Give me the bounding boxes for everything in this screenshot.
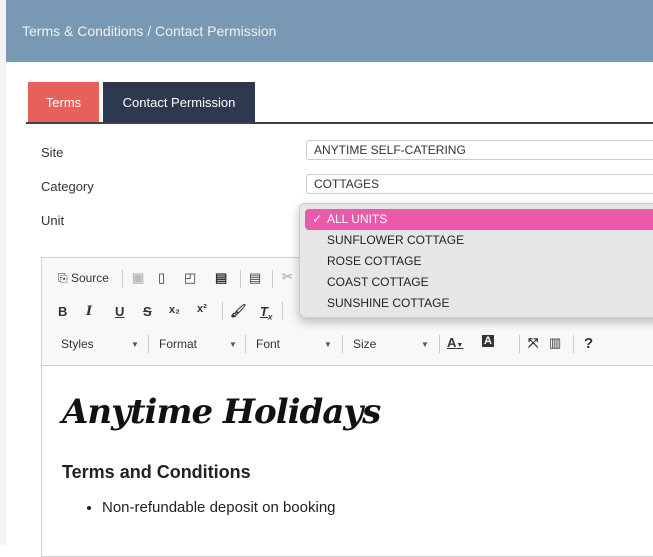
tab-contact-permission[interactable]: Contact Permission <box>103 82 255 123</box>
tab-divider <box>26 122 653 124</box>
unit-option[interactable]: SUNFLOWER COTTAGE <box>305 230 653 251</box>
logo: Anytime Holidays <box>62 392 381 432</box>
print-icon[interactable]: ▤ <box>215 270 227 286</box>
unit-dropdown[interactable]: ✓ ALL UNITS SUNFLOWER COTTAGE ROSE COTTAG… <box>299 203 653 318</box>
separator <box>240 270 241 288</box>
unit-option[interactable]: ROSE COTTAGE <box>305 251 653 272</box>
page-header: Terms & Conditions / Contact Permission <box>6 0 653 62</box>
font-combo[interactable]: Font ▼ <box>256 337 332 351</box>
separator <box>342 335 343 353</box>
show-blocks-icon[interactable]: ▥ <box>549 335 561 351</box>
save-icon[interactable]: ▣ <box>132 270 144 286</box>
category-label: Category <box>41 179 94 194</box>
separator <box>148 335 149 353</box>
bold-icon[interactable]: B <box>58 304 67 319</box>
chevron-down-icon: ▼ <box>324 340 332 349</box>
tab-terms[interactable]: Terms <box>28 82 99 123</box>
chevron-down-icon: ▼ <box>421 340 429 349</box>
format-combo[interactable]: Format ▼ <box>159 337 237 351</box>
italic-icon[interactable]: I <box>86 304 92 319</box>
page-title: Terms & Conditions / Contact Permission <box>22 23 277 39</box>
unit-option-all-units[interactable]: ✓ ALL UNITS <box>305 209 653 230</box>
separator <box>122 270 123 288</box>
new-page-icon[interactable]: ▯ <box>158 270 165 286</box>
styles-combo[interactable]: Styles ▼ <box>61 337 139 351</box>
subscript-icon[interactable]: x₂ <box>169 304 180 316</box>
unit-option[interactable]: SUNSHINE COTTAGE <box>305 293 653 314</box>
check-icon: ✓ <box>312 212 323 226</box>
unit-option[interactable]: COAST COTTAGE <box>305 272 653 293</box>
strikethrough-icon[interactable]: S <box>143 304 152 319</box>
text-color-icon[interactable]: A▼ <box>447 335 463 350</box>
left-strip <box>0 0 6 546</box>
terms-list: Non-refundable deposit on booking <box>62 499 653 516</box>
chevron-down-icon: ▼ <box>131 340 139 349</box>
site-label: Site <box>41 145 64 160</box>
size-combo[interactable]: Size ▼ <box>353 337 429 351</box>
separator <box>222 302 223 320</box>
unit-label: Unit <box>41 213 65 228</box>
separator <box>519 335 520 353</box>
preview-icon[interactable]: ◰ <box>184 270 196 286</box>
help-icon[interactable]: ? <box>584 335 593 352</box>
templates-icon[interactable]: ▤ <box>249 270 261 286</box>
chevron-down-icon: ▼ <box>229 340 237 349</box>
separator <box>245 335 246 353</box>
editor-content[interactable]: Anytime Holidays Terms and Conditions No… <box>42 366 653 516</box>
separator <box>272 270 273 288</box>
separator <box>573 335 574 353</box>
separator <box>282 302 283 320</box>
remove-format-icon[interactable]: Tx <box>260 304 272 322</box>
list-item: Non-refundable deposit on booking <box>102 499 653 516</box>
copy-format-icon[interactable]: 🖌 <box>230 303 247 319</box>
source-icon: ⎘ <box>58 271 68 285</box>
terms-heading: Terms and Conditions <box>62 462 251 482</box>
superscript-icon[interactable]: x² <box>197 303 207 315</box>
category-select[interactable]: COTTAGES <box>306 174 653 194</box>
cut-icon[interactable]: ✂ <box>282 269 293 285</box>
separator <box>439 335 440 353</box>
site-select[interactable]: ANYTIME SELF-CATERING <box>306 140 653 160</box>
maximize-icon[interactable]: ⤧ <box>528 335 538 351</box>
underline-icon[interactable]: U <box>115 304 124 319</box>
background-color-icon[interactable]: A <box>482 335 494 347</box>
source-button[interactable]: ⎘ Source <box>58 271 109 286</box>
